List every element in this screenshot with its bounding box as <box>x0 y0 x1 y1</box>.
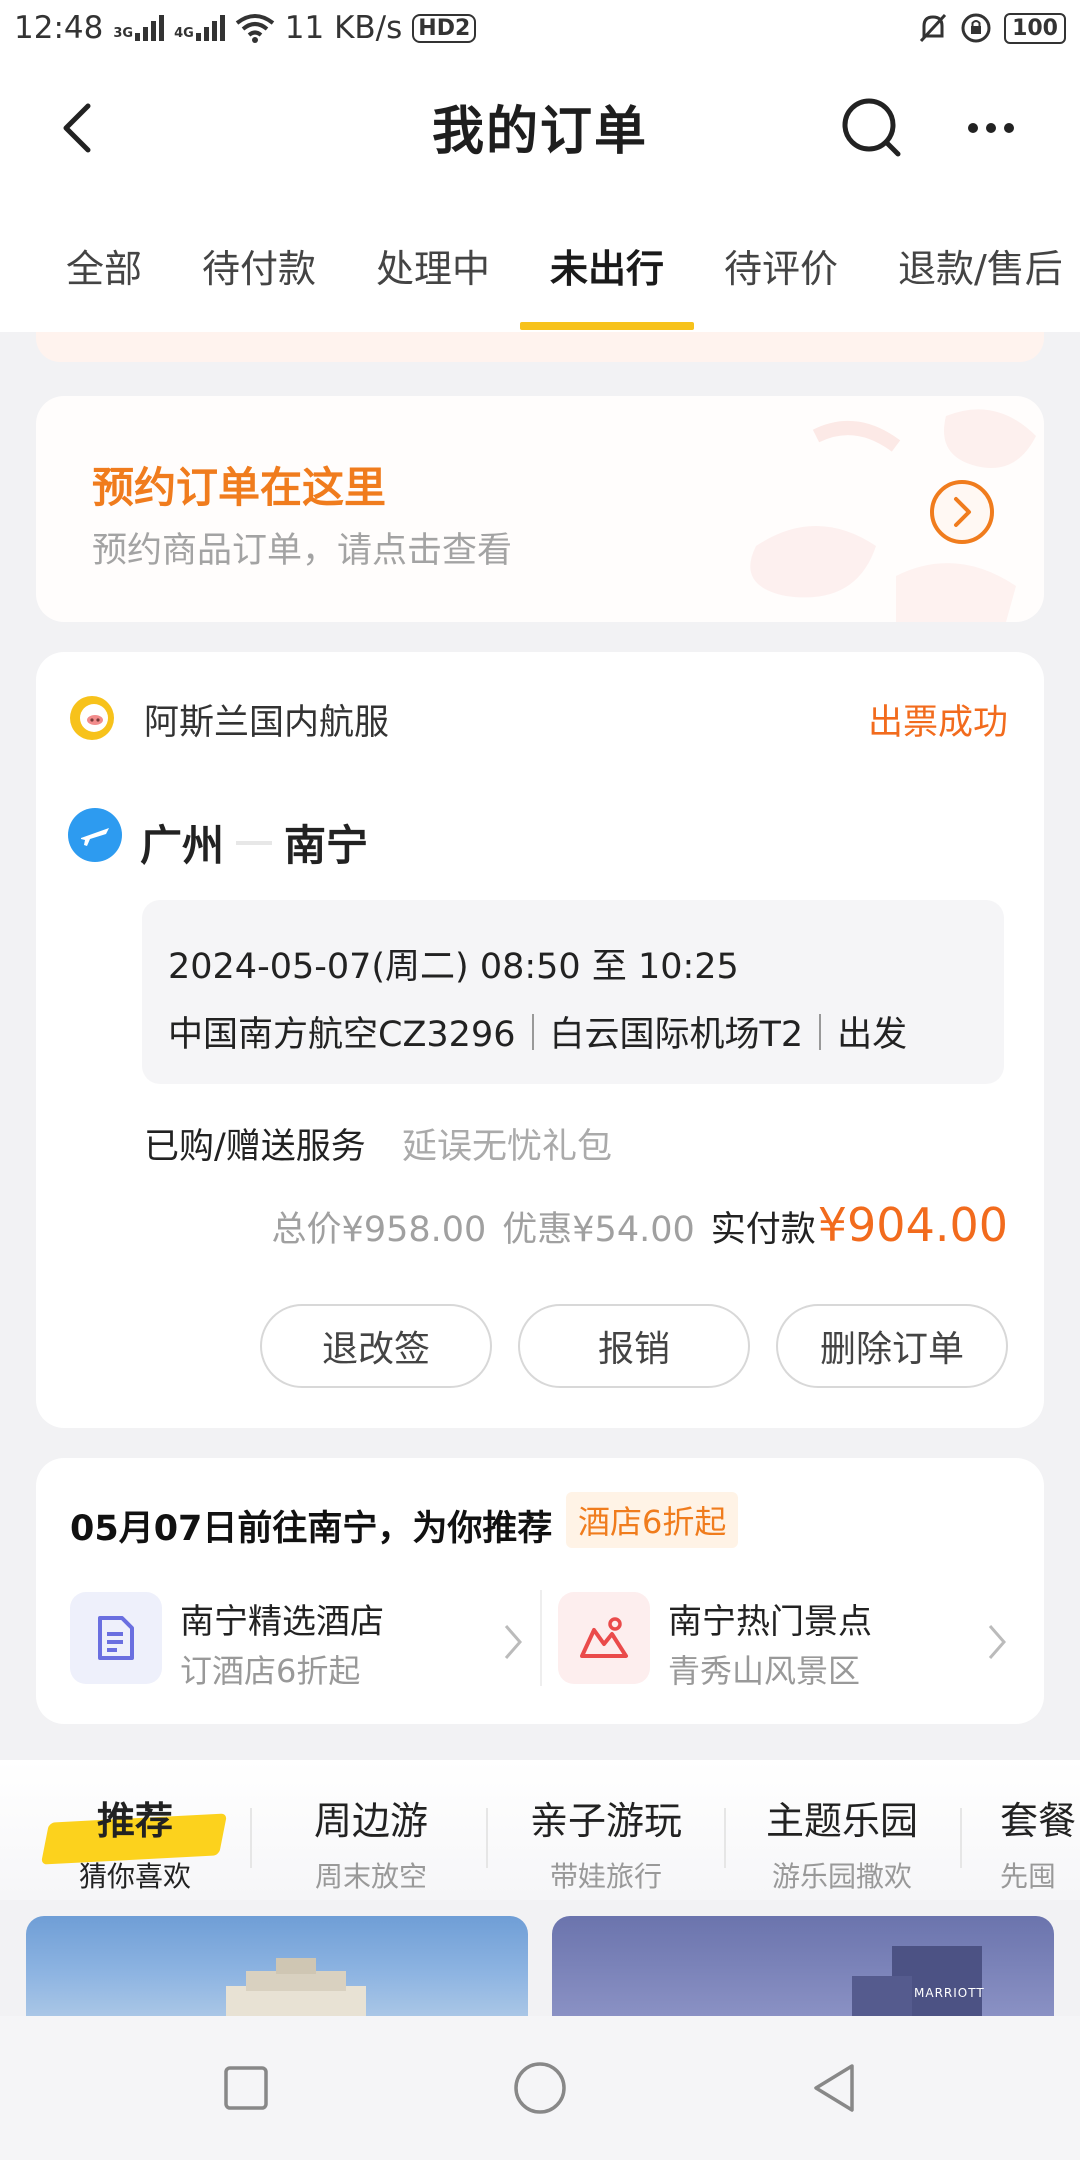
search-icon[interactable] <box>840 96 904 160</box>
divider <box>540 1590 542 1686</box>
refund-change-button[interactable]: 退改签 <box>260 1304 492 1388</box>
bell-muted-icon <box>919 13 947 43</box>
mountain-scenic-icon <box>558 1592 650 1684</box>
divider <box>819 1013 822 1050</box>
category-sub: 带娃旅行 <box>549 1860 662 1893</box>
booking-title: 预约订单在这里 <box>92 463 387 512</box>
back-triangle-icon[interactable] <box>802 2056 866 2120</box>
rec-attractions-name: 南宁热门景点 <box>668 1602 872 1642</box>
flight-airline: 中国南方航空CZ3296 <box>168 1015 516 1055</box>
order-status: 出票成功 <box>867 703 1008 743</box>
recommend-photo-card[interactable]: MARRIOTT <box>552 1916 1054 2016</box>
rec-hotels-sub: 订酒店6折起 <box>180 1652 361 1690</box>
booking-arrow-button[interactable] <box>930 480 994 544</box>
paid-label: 实付款 <box>710 1210 816 1250</box>
active-tab-indicator <box>520 322 694 330</box>
route-destination: 南宁 <box>284 821 369 870</box>
order-tabs: 全部 待付款 处理中 未出行 待评价 退款/售后 <box>0 196 1080 332</box>
tab-processing[interactable]: 处理中 <box>376 238 490 293</box>
divider <box>960 1808 962 1868</box>
service-value: 延误无忧礼包 <box>402 1127 613 1167</box>
rec-hotels-name: 南宁精选酒店 <box>180 1602 384 1642</box>
recommendation-card: 05月07日前往南宁，为你推荐 酒店6折起 南宁精选酒店 订酒店6折起 南宁热门… <box>36 1458 1044 1724</box>
wifi-icon <box>235 14 275 43</box>
chevron-right-icon <box>988 1625 1006 1659</box>
rec-item-attractions[interactable]: 南宁热门景点 青秀山风景区 <box>558 1592 1028 1690</box>
vendor-name: 阿斯兰国内航服 <box>144 703 390 743</box>
divider <box>250 1808 252 1868</box>
booking-subtitle: 预约商品订单，请点击查看 <box>92 531 513 571</box>
category-main: 周边游 <box>313 1799 428 1843</box>
route-origin: 广州 <box>140 821 225 870</box>
category-package[interactable]: 套餐 先囤 <box>1000 1790 1080 1895</box>
category-main: 主题乐园 <box>765 1799 918 1843</box>
building-photo <box>226 1958 366 2016</box>
tab-pending-payment[interactable]: 待付款 <box>202 238 316 293</box>
discount-price: 优惠¥54.00 <box>502 1210 695 1250</box>
route-dash <box>236 840 273 845</box>
category-main: 推荐 <box>96 1799 173 1843</box>
reimburse-button[interactable]: 报销 <box>518 1304 750 1388</box>
hotel-photo <box>852 1946 982 2016</box>
category-theme-park[interactable]: 主题乐园 游乐园撒欢 <box>752 1790 932 1895</box>
price-row: 总价¥958.00 优惠¥54.00 实付款 ¥904.00 <box>272 1198 1008 1252</box>
tab-all[interactable]: 全部 <box>66 238 142 293</box>
paid-amount: ¥904.00 <box>817 1198 1008 1252</box>
divider <box>724 1808 726 1868</box>
signal-3g-icon: 3G <box>113 15 165 41</box>
app-header: 我的订单 <box>0 56 1080 196</box>
hd-indicator: HD2 <box>412 13 477 43</box>
rec-item-hotels[interactable]: 南宁精选酒店 订酒店6折起 <box>70 1592 540 1690</box>
signal-4g-icon: 4G <box>174 15 225 41</box>
more-options-icon[interactable] <box>968 108 1032 148</box>
battery-indicator: 100 <box>1004 12 1066 44</box>
flight-order-card[interactable]: 阿斯兰国内航服 出票成功 广州 南宁 2024-05-07(周二) 08:50 … <box>36 652 1044 1428</box>
back-arrow-icon[interactable] <box>52 100 108 156</box>
category-sub: 先囤 <box>1000 1860 1057 1893</box>
vendor-logo-icon <box>70 696 114 740</box>
flight-details: 2024-05-07(周二) 08:50 至 10:25 中国南方航空CZ329… <box>142 900 1004 1084</box>
flight-time: 2024-05-07(周二) 08:50 至 10:25 <box>168 947 739 987</box>
category-family[interactable]: 亲子游玩 带娃旅行 <box>516 1790 696 1895</box>
service-label: 已购/赠送服务 <box>144 1127 366 1167</box>
flight-action: 出发 <box>837 1015 908 1055</box>
recommend-photo-card[interactable] <box>26 1916 528 2016</box>
hotel-doc-icon <box>70 1592 162 1684</box>
page-title: 我的订单 <box>431 101 648 162</box>
recommendation-title: 05月07日前往南宁，为你推荐 <box>70 1509 553 1549</box>
category-bar: 推荐 猜你喜欢 周边游 周末放空 亲子游玩 带娃旅行 主题乐园 游乐园撒欢 套餐… <box>0 1760 1080 1900</box>
rotation-lock-icon <box>961 13 991 43</box>
status-time: 12:48 <box>14 10 104 46</box>
hotel-brand-text: MARRIOTT <box>914 1986 985 2000</box>
status-bar: 12:48 3G 4G 11 KB/s HD2 100 <box>0 0 1080 56</box>
category-sub: 猜你喜欢 <box>78 1860 191 1893</box>
delete-order-button[interactable]: 删除订单 <box>776 1304 1008 1388</box>
category-nearby[interactable]: 周边游 周末放空 <box>296 1790 446 1895</box>
tab-refund-after-sales[interactable]: 退款/售后 <box>898 238 1063 293</box>
category-sub: 游乐园撒欢 <box>771 1860 912 1893</box>
booking-orders-card[interactable]: 预约订单在这里 预约商品订单，请点击查看 <box>36 396 1044 622</box>
flight-route: 广州 南宁 <box>140 812 368 873</box>
previous-card-edge <box>36 332 1044 362</box>
tab-pending-review[interactable]: 待评价 <box>724 238 838 293</box>
network-speed: 11 KB/s <box>284 10 403 46</box>
category-sub: 周末放空 <box>314 1860 427 1893</box>
hotel-discount-badge: 酒店6折起 <box>566 1492 739 1548</box>
chevron-right-icon <box>504 1625 522 1659</box>
rec-attractions-sub: 青秀山风景区 <box>668 1652 861 1690</box>
divider <box>486 1808 488 1868</box>
airplane-icon <box>68 808 122 862</box>
category-recommend[interactable]: 推荐 猜你喜欢 <box>60 1790 210 1895</box>
divider <box>531 1013 534 1050</box>
flight-info: 中国南方航空CZ3296 白云国际机场T2 出发 <box>168 1006 907 1057</box>
flight-airport: 白云国际机场T2 <box>549 1015 804 1055</box>
total-price: 总价¥958.00 <box>271 1210 487 1250</box>
system-nav-bar <box>0 2016 1080 2160</box>
chevron-right-icon <box>954 497 971 527</box>
category-main: 套餐 <box>1000 1799 1077 1843</box>
home-circle-icon[interactable] <box>508 2056 572 2120</box>
tab-not-traveled[interactable]: 未出行 <box>550 238 664 293</box>
category-main: 亲子游玩 <box>529 1799 682 1843</box>
recents-square-icon[interactable] <box>214 2056 278 2120</box>
